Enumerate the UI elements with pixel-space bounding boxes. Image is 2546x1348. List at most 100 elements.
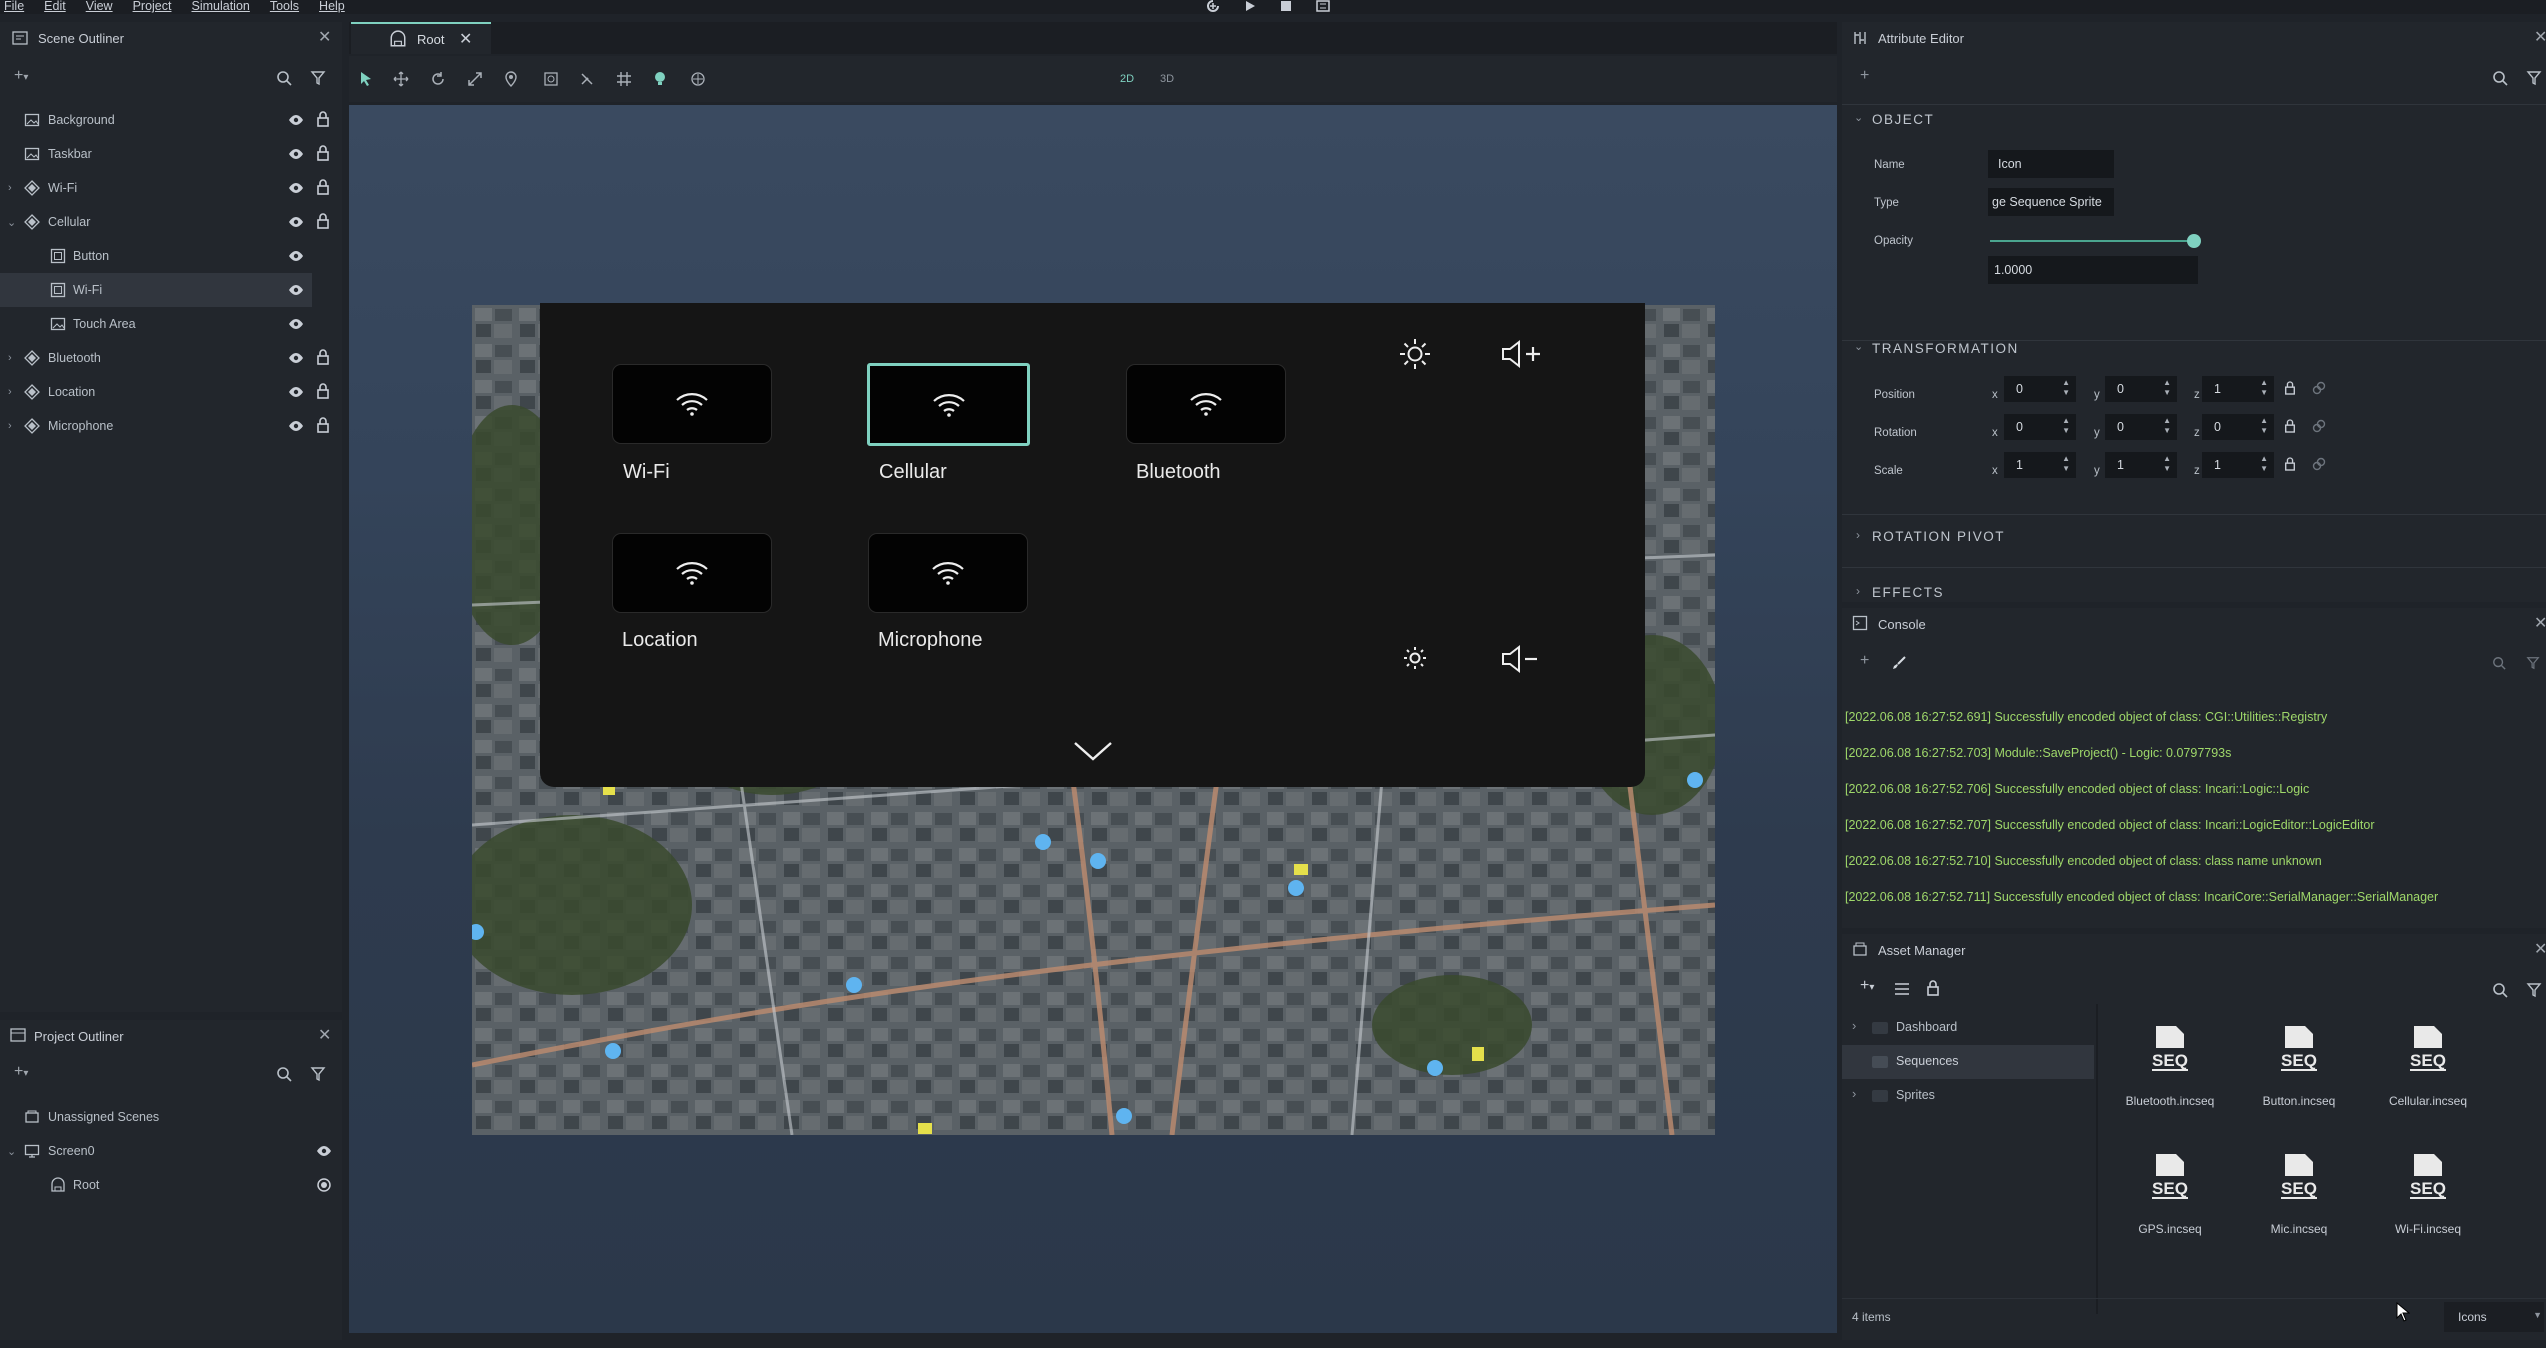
eye-icon[interactable] <box>288 180 304 196</box>
stepper-icon[interactable]: ▲ ▼ <box>2163 378 2171 398</box>
add-icon[interactable]: +▾ <box>14 1063 28 1081</box>
project-item-root[interactable]: Root <box>0 1168 342 1202</box>
lock-icon[interactable] <box>316 179 330 195</box>
select-tool-icon[interactable] <box>359 71 373 87</box>
record-icon[interactable] <box>1316 0 1330 12</box>
eye-icon[interactable] <box>288 214 304 230</box>
link-icon[interactable] <box>2312 419 2326 433</box>
stepper-icon[interactable]: ▲ ▼ <box>2062 454 2070 474</box>
link-icon[interactable] <box>2312 457 2326 471</box>
eye-icon[interactable] <box>288 282 304 298</box>
brightness-down-icon[interactable] <box>1403 646 1427 670</box>
search-icon[interactable] <box>2492 656 2506 670</box>
chevron-right-icon[interactable]: › <box>1856 584 1860 598</box>
scene-item-bluetooth[interactable]: › Bluetooth <box>0 341 342 375</box>
effects-section-header[interactable]: EFFECTS <box>1872 585 1944 600</box>
tile-microphone[interactable] <box>868 533 1028 613</box>
splitter[interactable] <box>2096 1004 2098 1314</box>
scene-item-button[interactable]: Button <box>0 239 342 273</box>
asset-item[interactable]: SEQ Wi-Fi.incseq <box>2368 1152 2488 1236</box>
eye-icon[interactable] <box>288 418 304 434</box>
scene-item-wifi[interactable]: › Wi-Fi <box>0 171 342 205</box>
rotate-tool-icon[interactable] <box>430 71 446 87</box>
project-item-unassigned[interactable]: Unassigned Scenes <box>0 1100 342 1134</box>
name-field[interactable]: Icon <box>1988 150 2114 178</box>
menu-edit[interactable]: Edit <box>44 0 66 12</box>
project-item-screen0[interactable]: ⌄ Screen0 <box>0 1134 342 1168</box>
chevron-down-icon[interactable] <box>1073 740 1113 762</box>
scale-tool-icon[interactable] <box>467 71 483 87</box>
eye-icon[interactable] <box>288 146 304 162</box>
scene-item-cellular[interactable]: ⌄ Cellular <box>0 205 342 239</box>
filter-icon[interactable] <box>310 1066 326 1082</box>
lock-icon[interactable] <box>316 383 330 399</box>
stop-icon[interactable] <box>1280 0 1292 12</box>
lock-icon[interactable] <box>316 349 330 365</box>
add-icon[interactable]: + <box>1860 652 1869 670</box>
tile-cellular[interactable] <box>867 363 1030 446</box>
stepper-icon[interactable]: ▲ ▼ <box>2260 378 2268 398</box>
menu-view[interactable]: View <box>86 0 113 12</box>
menu-help[interactable]: Help <box>319 0 345 12</box>
add-icon[interactable]: +▾ <box>1860 977 1874 995</box>
asset-item[interactable]: SEQ Mic.incseq <box>2239 1152 2359 1236</box>
asset-item[interactable]: SEQ GPS.incseq <box>2110 1152 2230 1236</box>
rotation-pivot-section-header[interactable]: ROTATION PIVOT <box>1872 529 2005 544</box>
position-z-field[interactable]: 1 ▲ ▼ <box>2202 376 2274 402</box>
opacity-slider-track[interactable] <box>1990 240 2200 242</box>
chevron-right-icon[interactable]: › <box>1852 1086 1856 1101</box>
view-mode-select[interactable]: Icons ▼ <box>2444 1302 2544 1332</box>
search-icon[interactable] <box>2492 982 2508 998</box>
filter-icon[interactable] <box>2526 70 2542 86</box>
stepper-icon[interactable]: ▲ ▼ <box>2062 416 2070 436</box>
mode-2d-button[interactable]: 2D <box>1120 73 1134 85</box>
list-icon[interactable] <box>1894 982 1910 996</box>
stepper-icon[interactable]: ▲ ▼ <box>2062 378 2070 398</box>
chevron-right-icon[interactable]: › <box>8 386 12 398</box>
chevron-right-icon[interactable]: › <box>8 352 12 364</box>
search-icon[interactable] <box>276 1066 292 1082</box>
eye-icon[interactable] <box>288 316 304 332</box>
volume-down-icon[interactable] <box>1500 644 1540 674</box>
add-icon[interactable]: +▾ <box>14 67 28 85</box>
tile-location[interactable] <box>612 533 772 613</box>
tile-bluetooth[interactable] <box>1126 364 1286 444</box>
chevron-right-icon[interactable]: › <box>8 182 12 194</box>
close-icon[interactable]: ✕ <box>2534 27 2546 47</box>
camera-icon[interactable] <box>690 71 706 87</box>
stepper-icon[interactable]: ▲ ▼ <box>2163 454 2171 474</box>
volume-up-icon[interactable] <box>1500 339 1542 369</box>
rotation-x-field[interactable]: 0 ▲ ▼ <box>2004 414 2076 440</box>
tile-wifi[interactable] <box>612 364 772 444</box>
lock-icon[interactable] <box>2284 457 2296 471</box>
scale-z-field[interactable]: 1 ▲ ▼ <box>2202 452 2274 478</box>
chevron-down-icon[interactable]: ⌄ <box>1854 340 1863 353</box>
asset-item[interactable]: SEQ Button.incseq <box>2239 1024 2359 1108</box>
target-icon[interactable] <box>316 1177 332 1193</box>
lock-icon[interactable] <box>316 145 330 161</box>
move-tool-icon[interactable] <box>393 71 409 87</box>
opacity-slider-knob[interactable] <box>2187 234 2201 248</box>
stepper-icon[interactable]: ▲ ▼ <box>2260 454 2268 474</box>
position-y-field[interactable]: 0 ▲ ▼ <box>2105 376 2177 402</box>
close-icon[interactable]: ✕ <box>318 27 331 47</box>
chevron-down-icon[interactable]: ⌄ <box>7 216 16 229</box>
bounding-box-icon[interactable] <box>543 71 559 87</box>
scene-item-taskbar[interactable]: Taskbar <box>0 137 342 171</box>
light-icon[interactable] <box>653 71 667 87</box>
eye-icon[interactable] <box>288 384 304 400</box>
opacity-field[interactable]: 1.0000 <box>1988 256 2198 284</box>
asset-tree-sprites[interactable]: › Sprites <box>1842 1079 2094 1113</box>
close-icon[interactable]: ✕ <box>2534 939 2546 959</box>
stepper-icon[interactable]: ▲ ▼ <box>2260 416 2268 436</box>
rotation-y-field[interactable]: 0 ▲ ▼ <box>2105 414 2177 440</box>
chevron-down-icon[interactable]: ⌄ <box>1854 111 1863 124</box>
asset-item[interactable]: SEQ Bluetooth.incseq <box>2110 1024 2230 1108</box>
chevron-right-icon[interactable]: › <box>8 420 12 432</box>
scene-item-touch-area[interactable]: Touch Area <box>0 307 342 341</box>
menu-simulation[interactable]: Simulation <box>191 0 249 12</box>
asset-item[interactable]: SEQ Cellular.incseq <box>2368 1024 2488 1108</box>
close-icon[interactable]: ✕ <box>318 1025 331 1045</box>
eye-icon[interactable] <box>288 350 304 366</box>
lock-icon[interactable] <box>316 213 330 229</box>
